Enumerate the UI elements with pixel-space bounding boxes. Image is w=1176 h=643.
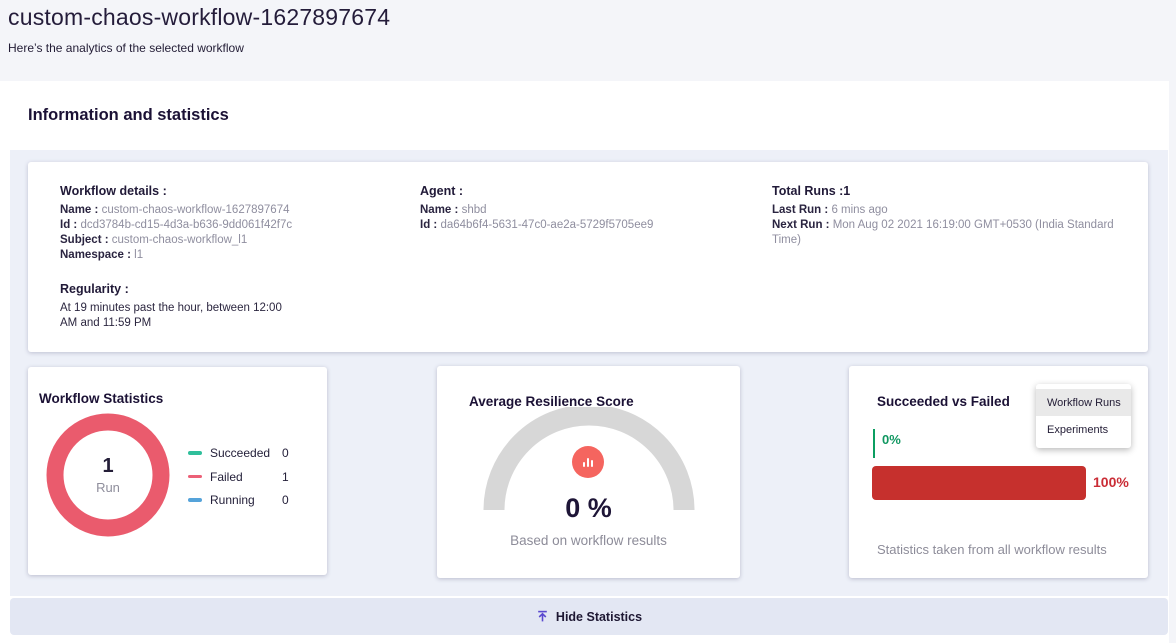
last-run-row: Last Run : 6 mins ago: [772, 203, 1142, 218]
regularity-block: Regularity : At 19 minutes past the hour…: [60, 282, 390, 331]
hide-statistics-label: Hide Statistics: [556, 610, 642, 624]
bar-chart-icon: [572, 446, 604, 478]
field-label: Namespace :: [60, 249, 131, 261]
resilience-score-card: Average Resilience Score 0 % Based on wo…: [437, 366, 740, 578]
donut-run-count: 1: [102, 455, 113, 477]
workflow-statistics-title: Workflow Statistics: [39, 391, 163, 406]
workflow-name-row: Name : custom-chaos-workflow-1627897674: [60, 203, 390, 218]
bar-chart-icon-bar: [583, 462, 586, 467]
succeeded-vs-failed-title: Succeeded vs Failed: [877, 394, 1010, 409]
agent-heading: Agent :: [420, 184, 750, 198]
legend-label: Failed: [210, 470, 272, 484]
workflow-namespace-row: Namespace : l1: [60, 248, 390, 263]
field-label: Id :: [60, 219, 77, 231]
legend-label: Running: [210, 493, 272, 507]
field-value: custom-chaos-workflow-1627897674: [102, 204, 290, 216]
workflow-id-row: Id : dcd3784b-cd15-4d3a-b636-9dd061f42f7…: [60, 218, 390, 233]
next-run-row: Next Run : Mon Aug 02 2021 16:19:00 GMT+…: [772, 218, 1142, 248]
failed-dash-icon: [188, 475, 202, 479]
menu-item-experiments[interactable]: Experiments: [1036, 416, 1131, 443]
agent-column: Agent : Name : shbd Id : da64b6f4-5631-4…: [420, 184, 750, 233]
field-value: l1: [134, 249, 143, 261]
bar-chart-icon-bar: [591, 460, 594, 467]
agent-id-row: Id : da64b6f4-5631-47c0-ae2a-5729f5705ee…: [420, 218, 750, 233]
regularity-line: At 19 minutes past the hour, between 12:…: [60, 301, 390, 316]
running-dash-icon: [188, 498, 202, 502]
succeeded-vs-failed-caption: Statistics taken from all workflow resul…: [877, 542, 1107, 557]
chart-filter-dropdown-menu: Workflow Runs Experiments: [1036, 384, 1131, 448]
hide-statistics-button[interactable]: Hide Statistics: [10, 598, 1168, 635]
field-label: Subject :: [60, 234, 109, 246]
legend-value: 1: [282, 470, 289, 484]
field-label: Next Run :: [772, 219, 830, 231]
workflow-details-card: Workflow details : Name : custom-chaos-w…: [28, 162, 1148, 352]
succeeded-vs-failed-card: Succeeded vs Failed Workflow Runs Experi…: [849, 366, 1148, 578]
field-value: da64b6f4-5631-47c0-ae2a-5729f5705ee9: [440, 219, 653, 231]
field-value: shbd: [462, 204, 487, 216]
runs-column: Total Runs :1 Last Run : 6 mins ago Next…: [772, 184, 1142, 248]
field-label: Name :: [60, 204, 98, 216]
resilience-score-value: 0 %: [437, 493, 740, 524]
total-runs-heading: Total Runs :1: [772, 184, 1142, 198]
field-value: custom-chaos-workflow_l1: [112, 234, 248, 246]
workflow-subject-row: Subject : custom-chaos-workflow_l1: [60, 233, 390, 248]
field-label: Last Run :: [772, 204, 828, 216]
regularity-line: AM and 11:59 PM: [60, 316, 390, 331]
donut-legend: Succeeded 0 Failed 1 Running 0: [188, 445, 318, 516]
legend-label: Succeeded: [210, 446, 272, 460]
menu-item-workflow-runs[interactable]: Workflow Runs: [1036, 389, 1131, 416]
field-value: 6 mins ago: [831, 204, 887, 216]
resilience-score-caption: Based on workflow results: [437, 533, 740, 548]
workflow-details-column: Workflow details : Name : custom-chaos-w…: [60, 184, 390, 331]
section-title: Information and statistics: [28, 106, 229, 125]
failed-bar: [872, 466, 1086, 500]
bar-chart-icon-bar: [587, 458, 590, 467]
legend-value: 0: [282, 446, 289, 460]
succeeded-percentage: 0%: [882, 432, 901, 447]
workflow-statistics-card: Workflow Statistics 1 Run Succeeded 0 Fa…: [28, 367, 327, 575]
legend-row-running: Running 0: [188, 492, 318, 508]
runs-donut-chart: 1 Run: [46, 413, 170, 537]
agent-name-row: Name : shbd: [420, 203, 750, 218]
failed-percentage: 100%: [1093, 474, 1129, 490]
field-label: Id :: [420, 219, 437, 231]
legend-row-failed: Failed 1: [188, 469, 318, 485]
workflow-details-heading: Workflow details :: [60, 184, 390, 198]
legend-value: 0: [282, 493, 289, 507]
page-title: custom-chaos-workflow-1627897674: [8, 4, 390, 31]
field-label: Name :: [420, 204, 458, 216]
regularity-heading: Regularity :: [60, 282, 390, 296]
donut-run-label: Run: [96, 480, 120, 495]
collapse-up-icon: [536, 610, 549, 623]
legend-row-succeeded: Succeeded 0: [188, 445, 318, 461]
page-subtitle: Here’s the analytics of the selected wor…: [8, 41, 244, 55]
field-value: dcd3784b-cd15-4d3a-b636-9dd061f42f7c: [80, 219, 292, 231]
succeeded-bar: [873, 429, 875, 458]
donut-center: 1 Run: [46, 413, 170, 537]
succeeded-dash-icon: [188, 451, 202, 455]
